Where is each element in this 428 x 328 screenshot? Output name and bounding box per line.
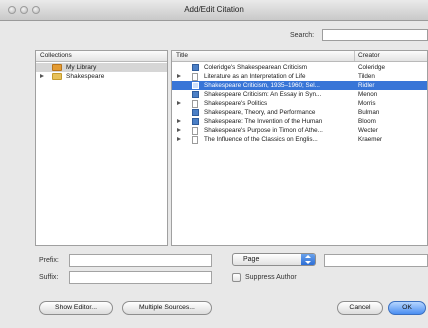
ok-button[interactable]: OK: [388, 301, 426, 315]
book-icon: [192, 109, 199, 116]
cancel-button[interactable]: Cancel: [337, 301, 383, 315]
item-creator: Kraemer: [358, 136, 383, 143]
item-creator: Coleridge: [358, 64, 385, 71]
search-label: Search:: [290, 32, 315, 39]
item-row[interactable]: Shakespeare's Purpose in Timon of Athe..…: [172, 126, 427, 135]
window-title: Add/Edit Citation: [184, 5, 244, 14]
item-creator: Ridler: [358, 82, 375, 89]
item-title: The Influence of the Classics on Englis.…: [204, 136, 318, 143]
page-icon: [192, 99, 198, 108]
item-row-selected[interactable]: Shakespeare Criticism, 1935–1960; Sel...…: [172, 81, 427, 90]
collections-column-header[interactable]: Collections: [40, 51, 72, 61]
item-title: Shakespeare Criticism: An Essay in Syn..…: [204, 91, 322, 98]
popup-arrows-icon: [301, 254, 315, 265]
item-creator: Wecter: [358, 127, 378, 134]
item-row[interactable]: Shakespeare: The Invention of the Human …: [172, 117, 427, 126]
collection-item-my-library[interactable]: My Library: [36, 63, 167, 72]
folder-icon: [52, 73, 62, 80]
prefix-label: Prefix:: [39, 257, 59, 264]
item-row[interactable]: Shakespeare, Theory, and Performance Bul…: [172, 108, 427, 117]
locator-popup-label: Page: [243, 256, 260, 263]
suffix-field[interactable]: [69, 271, 212, 284]
library-folder-icon: [52, 64, 62, 71]
item-row[interactable]: The Influence of the Classics on Englis.…: [172, 135, 427, 144]
title-bar: Add/Edit Citation: [0, 0, 428, 21]
book-icon: [192, 91, 199, 98]
item-row[interactable]: Literature as an Interpretation of Life …: [172, 72, 427, 81]
locator-field[interactable]: [324, 254, 428, 267]
items-pane: Title Creator Coleridge's Shakespearean …: [171, 50, 428, 246]
add-edit-citation-window: Add/Edit Citation Search: Collections My…: [0, 0, 428, 328]
item-creator: Menon: [358, 91, 378, 98]
item-creator: Bloom: [358, 118, 376, 125]
column-separator[interactable]: [354, 51, 355, 61]
disclosure-triangle-icon[interactable]: [177, 101, 181, 105]
suppress-author-checkbox[interactable]: [232, 273, 241, 282]
item-title: Coleridge's Shakespearean Criticism: [204, 64, 308, 71]
creator-column-header[interactable]: Creator: [358, 51, 380, 61]
book-icon: [192, 118, 199, 125]
disclosure-triangle-icon[interactable]: [177, 119, 181, 123]
item-creator: Morris: [358, 100, 376, 107]
disclosure-triangle-icon[interactable]: [177, 74, 181, 78]
book-icon: [192, 64, 199, 71]
search-input[interactable]: [322, 29, 428, 41]
title-column-header[interactable]: Title: [176, 51, 188, 61]
book-icon: [192, 82, 199, 89]
multiple-sources-button[interactable]: Multiple Sources...: [122, 301, 212, 315]
item-creator: Tilden: [358, 73, 375, 80]
item-title: Shakespeare: The Invention of the Human: [204, 118, 323, 125]
disclosure-triangle-icon[interactable]: [177, 137, 181, 141]
collections-pane: Collections My Library Shakespeare: [35, 50, 168, 246]
item-title: Literature as an Interpretation of Life: [204, 73, 306, 80]
disclosure-triangle-icon[interactable]: [40, 74, 44, 78]
item-title: Shakespeare's Politics: [204, 100, 268, 107]
disclosure-triangle-icon[interactable]: [177, 128, 181, 132]
item-creator: Bulman: [358, 109, 380, 116]
page-icon: [192, 126, 198, 135]
show-editor-button[interactable]: Show Editor...: [39, 301, 113, 315]
prefix-field[interactable]: [69, 254, 212, 267]
page-icon: [192, 135, 198, 144]
collection-label: My Library: [66, 64, 97, 71]
page-icon: [192, 72, 198, 81]
suppress-author-label[interactable]: Suppress Author: [245, 274, 297, 281]
item-row[interactable]: Coleridge's Shakespearean Criticism Cole…: [172, 63, 427, 72]
locator-popup[interactable]: Page: [232, 253, 316, 266]
items-header-bar: [172, 51, 427, 62]
item-row[interactable]: Shakespeare's Politics Morris: [172, 99, 427, 108]
collection-label: Shakespeare: [66, 73, 105, 80]
collection-item-shakespeare[interactable]: Shakespeare: [36, 72, 167, 81]
item-title: Shakespeare Criticism, 1935–1960; Sel...: [204, 82, 320, 89]
item-row[interactable]: Shakespeare Criticism: An Essay in Syn..…: [172, 90, 427, 99]
item-title: Shakespeare, Theory, and Performance: [204, 109, 316, 116]
suffix-label: Suffix:: [39, 274, 59, 281]
item-title: Shakespeare's Purpose in Timon of Athe..…: [204, 127, 323, 134]
